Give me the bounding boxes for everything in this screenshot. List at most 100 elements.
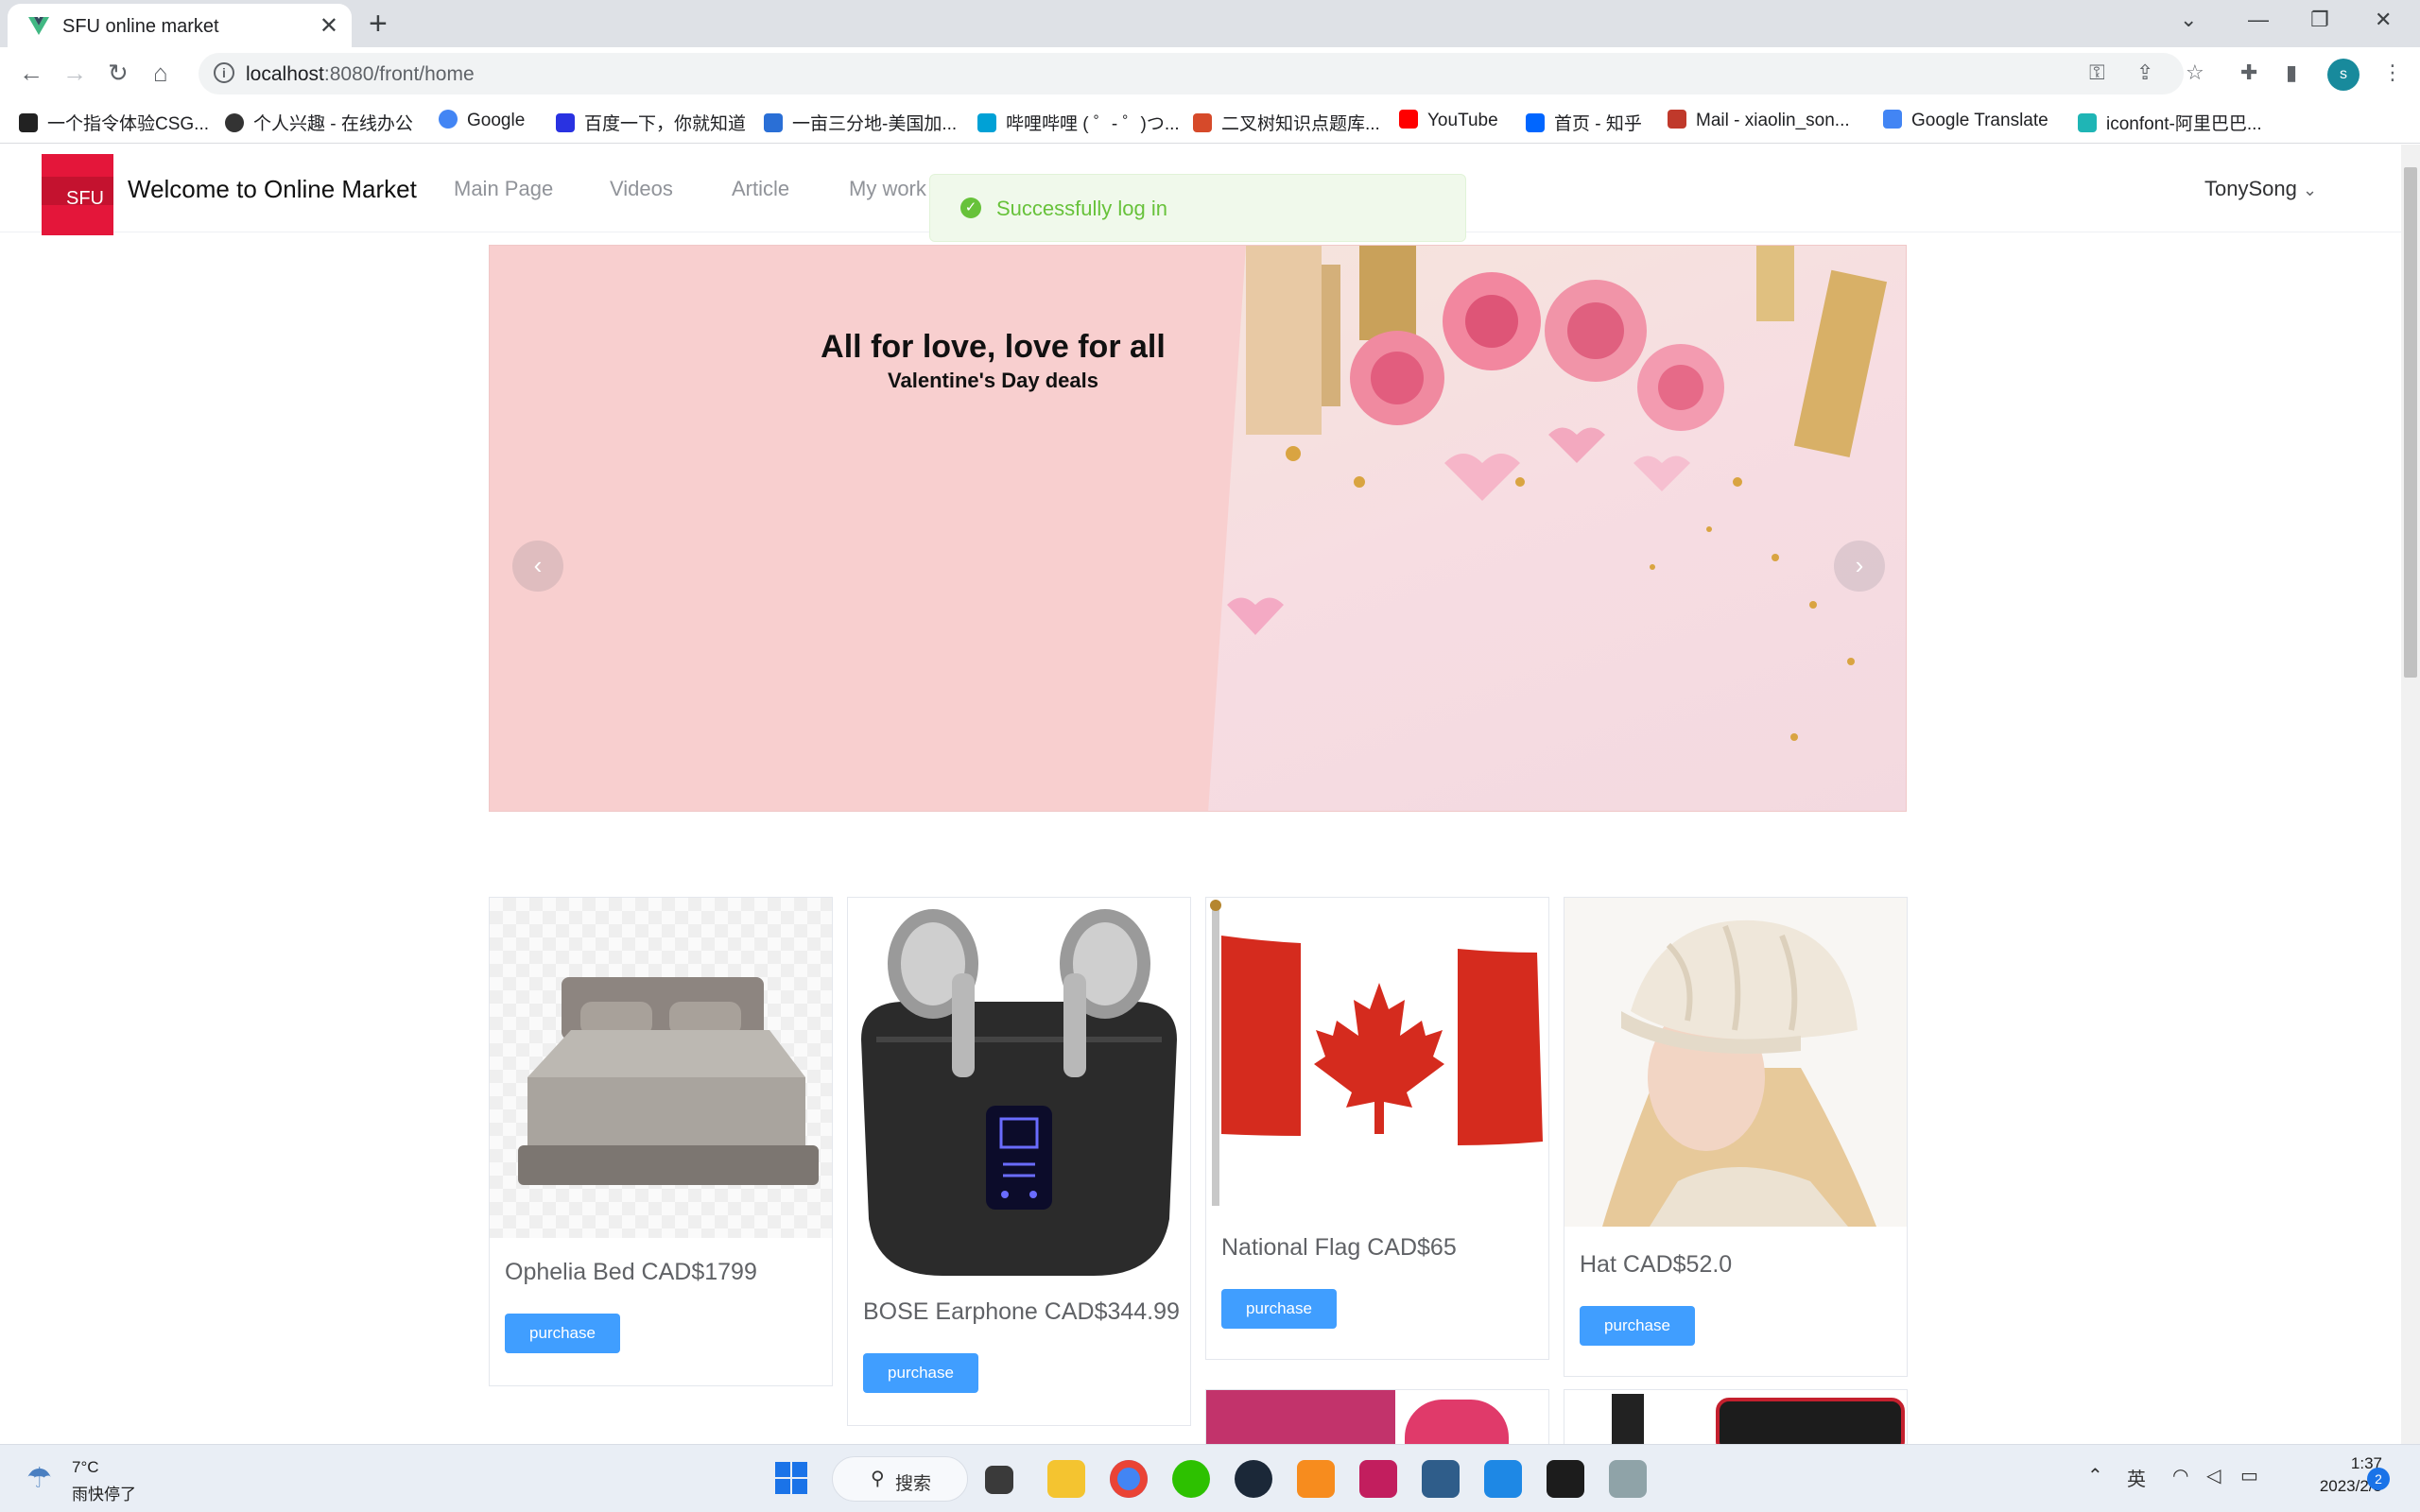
product-card[interactable] bbox=[1564, 1389, 1908, 1444]
close-window-icon[interactable]: ✕ bbox=[2375, 8, 2392, 32]
address-bar[interactable]: i localhost:8080/front/home ⚿ ⇪ bbox=[199, 53, 2184, 94]
zhihu-icon bbox=[1526, 113, 1545, 132]
chevron-down-icon: ⌄ bbox=[2302, 180, 2318, 199]
product-card[interactable]: BOSE Earphone CAD$344.99 purchase bbox=[847, 897, 1191, 1426]
success-toast: ✓ Successfully log in bbox=[929, 174, 1466, 242]
logo-text: SFU bbox=[66, 188, 104, 209]
product-card[interactable]: National Flag CAD$65 purchase bbox=[1205, 897, 1549, 1360]
baidu-icon bbox=[556, 113, 575, 132]
product-card[interactable] bbox=[1205, 1389, 1549, 1444]
promo-carousel[interactable]: All for love, love for all Valentine's D… bbox=[489, 245, 1907, 812]
weather-rain-icon[interactable]: ☂ bbox=[26, 1462, 52, 1495]
bookmark-item[interactable]: Mail - xiaolin_son... bbox=[1668, 110, 1850, 131]
chevron-left-icon[interactable]: ‹ bbox=[512, 541, 563, 592]
ime-indicator[interactable]: 英 bbox=[2127, 1464, 2146, 1491]
search-icon: ⚲ bbox=[871, 1469, 885, 1489]
purchase-button[interactable]: purchase bbox=[863, 1353, 978, 1393]
key-icon[interactable]: ⚿ bbox=[2089, 60, 2105, 85]
app-icon[interactable] bbox=[1609, 1460, 1647, 1498]
youtube-icon bbox=[1399, 110, 1418, 129]
steam-icon[interactable] bbox=[1235, 1460, 1272, 1498]
site-info-icon[interactable]: i bbox=[214, 62, 234, 83]
chrome-icon[interactable] bbox=[1110, 1460, 1148, 1498]
nav-article[interactable]: Article bbox=[732, 177, 789, 201]
new-tab-button[interactable]: + bbox=[369, 6, 388, 43]
bookmark-item[interactable]: 首页 - 知乎 bbox=[1526, 110, 1642, 135]
product-name: Ophelia Bed CAD$1799 bbox=[505, 1259, 757, 1285]
bookmark-item[interactable]: 一个指令体验CSG... bbox=[19, 110, 209, 135]
product-thumbnail bbox=[1206, 1390, 1395, 1444]
tab-strip: SFU online market ✕ + ⌄ — ❐ ✕ bbox=[0, 0, 2420, 47]
bed-image bbox=[490, 898, 832, 1238]
intellij-icon[interactable] bbox=[1359, 1460, 1397, 1498]
windows-start-icon[interactable] bbox=[773, 1460, 811, 1498]
notification-badge[interactable]: 2 bbox=[2367, 1468, 2390, 1490]
taskbar-search[interactable]: ⚲ 搜索 bbox=[832, 1456, 968, 1502]
weather-temperature[interactable]: 7°C bbox=[72, 1458, 99, 1477]
vscode-icon[interactable] bbox=[1484, 1460, 1522, 1498]
menu-icon[interactable]: ⋮ bbox=[2382, 60, 2403, 85]
product-thumbnail bbox=[1612, 1394, 1644, 1444]
volume-icon[interactable]: ◁ bbox=[2206, 1464, 2221, 1487]
bookmark-item[interactable]: iconfont-阿里巴巴... bbox=[2078, 110, 2262, 135]
back-icon[interactable]: ← bbox=[19, 59, 43, 88]
task-view-icon[interactable] bbox=[985, 1466, 1013, 1494]
carousel-heading: All for love, love for all bbox=[821, 329, 1166, 365]
side-panel-icon[interactable]: ▮ bbox=[2286, 60, 2297, 85]
purchase-button[interactable]: purchase bbox=[1580, 1306, 1695, 1346]
chevron-right-icon[interactable]: › bbox=[1834, 541, 1885, 592]
reload-icon[interactable]: ↻ bbox=[108, 59, 129, 88]
canada-flag-illustration bbox=[1210, 900, 1543, 1206]
nav-my-work[interactable]: My work bbox=[849, 177, 926, 201]
purchase-button[interactable]: purchase bbox=[1221, 1289, 1337, 1329]
restore-icon[interactable]: ❐ bbox=[2310, 8, 2329, 32]
bookmark-icon bbox=[1193, 113, 1212, 132]
minimize-icon[interactable]: — bbox=[2248, 8, 2269, 32]
carousel-subheading: Valentine's Day deals bbox=[888, 369, 1098, 392]
bookmark-item[interactable]: 二叉树知识点题库... bbox=[1193, 110, 1380, 135]
tab-search-icon[interactable]: ⌄ bbox=[2180, 8, 2197, 32]
wechat-icon[interactable] bbox=[1172, 1460, 1210, 1498]
bookmark-star-icon[interactable]: ☆ bbox=[2186, 60, 2204, 85]
bookmark-item[interactable]: 哔哩哔哩 ( ゜- ゜)つ... bbox=[977, 110, 1180, 135]
product-thumbnail bbox=[1405, 1400, 1509, 1444]
profile-avatar[interactable]: s bbox=[2327, 59, 2360, 91]
browser-toolbar: ← → ↻ ⌂ i localhost:8080/front/home ⚿ ⇪ … bbox=[0, 47, 2420, 100]
browser-tab[interactable]: SFU online market ✕ bbox=[8, 4, 352, 47]
check-circle-icon: ✓ bbox=[960, 198, 981, 218]
terminal-icon[interactable] bbox=[1547, 1460, 1584, 1498]
product-card[interactable]: Ophelia Bed CAD$1799 purchase bbox=[489, 897, 833, 1386]
bookmark-item[interactable]: Google bbox=[439, 110, 525, 131]
bookmark-icon bbox=[764, 113, 783, 132]
weather-description[interactable]: 雨快停了 bbox=[72, 1481, 136, 1504]
bookmark-item[interactable]: Google Translate bbox=[1883, 110, 2048, 131]
product-name: Hat CAD$52.0 bbox=[1580, 1251, 1733, 1278]
nav-videos[interactable]: Videos bbox=[610, 177, 673, 201]
tab-title: SFU online market bbox=[62, 16, 219, 37]
bookmark-item[interactable]: 一亩三分地-美国加... bbox=[764, 110, 957, 135]
bookmark-item[interactable]: YouTube bbox=[1399, 110, 1498, 131]
file-explorer-icon[interactable] bbox=[1047, 1460, 1085, 1498]
share-icon[interactable]: ⇪ bbox=[2136, 60, 2153, 85]
nav-main-page[interactable]: Main Page bbox=[454, 177, 553, 201]
app-icon[interactable] bbox=[1422, 1460, 1460, 1498]
wifi-icon[interactable]: ◠ bbox=[2172, 1464, 2188, 1487]
vue-favicon-icon bbox=[28, 17, 49, 35]
knit-hat-illustration bbox=[1602, 919, 1876, 1227]
search-label: 搜索 bbox=[895, 1474, 932, 1494]
office-icon[interactable] bbox=[1297, 1460, 1335, 1498]
bookmark-item[interactable]: 个人兴趣 - 在线办公 bbox=[225, 110, 413, 135]
product-card[interactable]: Hat CAD$52.0 purchase bbox=[1564, 897, 1908, 1377]
user-dropdown[interactable]: TonySong ⌄ bbox=[2204, 177, 2317, 201]
scrollbar-thumb[interactable] bbox=[2404, 167, 2417, 678]
battery-icon[interactable]: ▭ bbox=[2240, 1464, 2258, 1487]
purchase-button[interactable]: purchase bbox=[505, 1314, 620, 1353]
extensions-icon[interactable]: ✚ bbox=[2240, 60, 2257, 85]
forward-icon[interactable]: → bbox=[62, 59, 87, 88]
page-scrollbar[interactable] bbox=[2401, 145, 2420, 1444]
close-tab-icon[interactable]: ✕ bbox=[320, 12, 338, 40]
home-icon[interactable]: ⌂ bbox=[153, 59, 168, 88]
bookmark-item[interactable]: 百度一下，你就知道 bbox=[556, 110, 746, 135]
sfu-logo[interactable]: SFU bbox=[42, 154, 113, 235]
chevron-up-icon[interactable]: ⌃ bbox=[2087, 1464, 2103, 1487]
